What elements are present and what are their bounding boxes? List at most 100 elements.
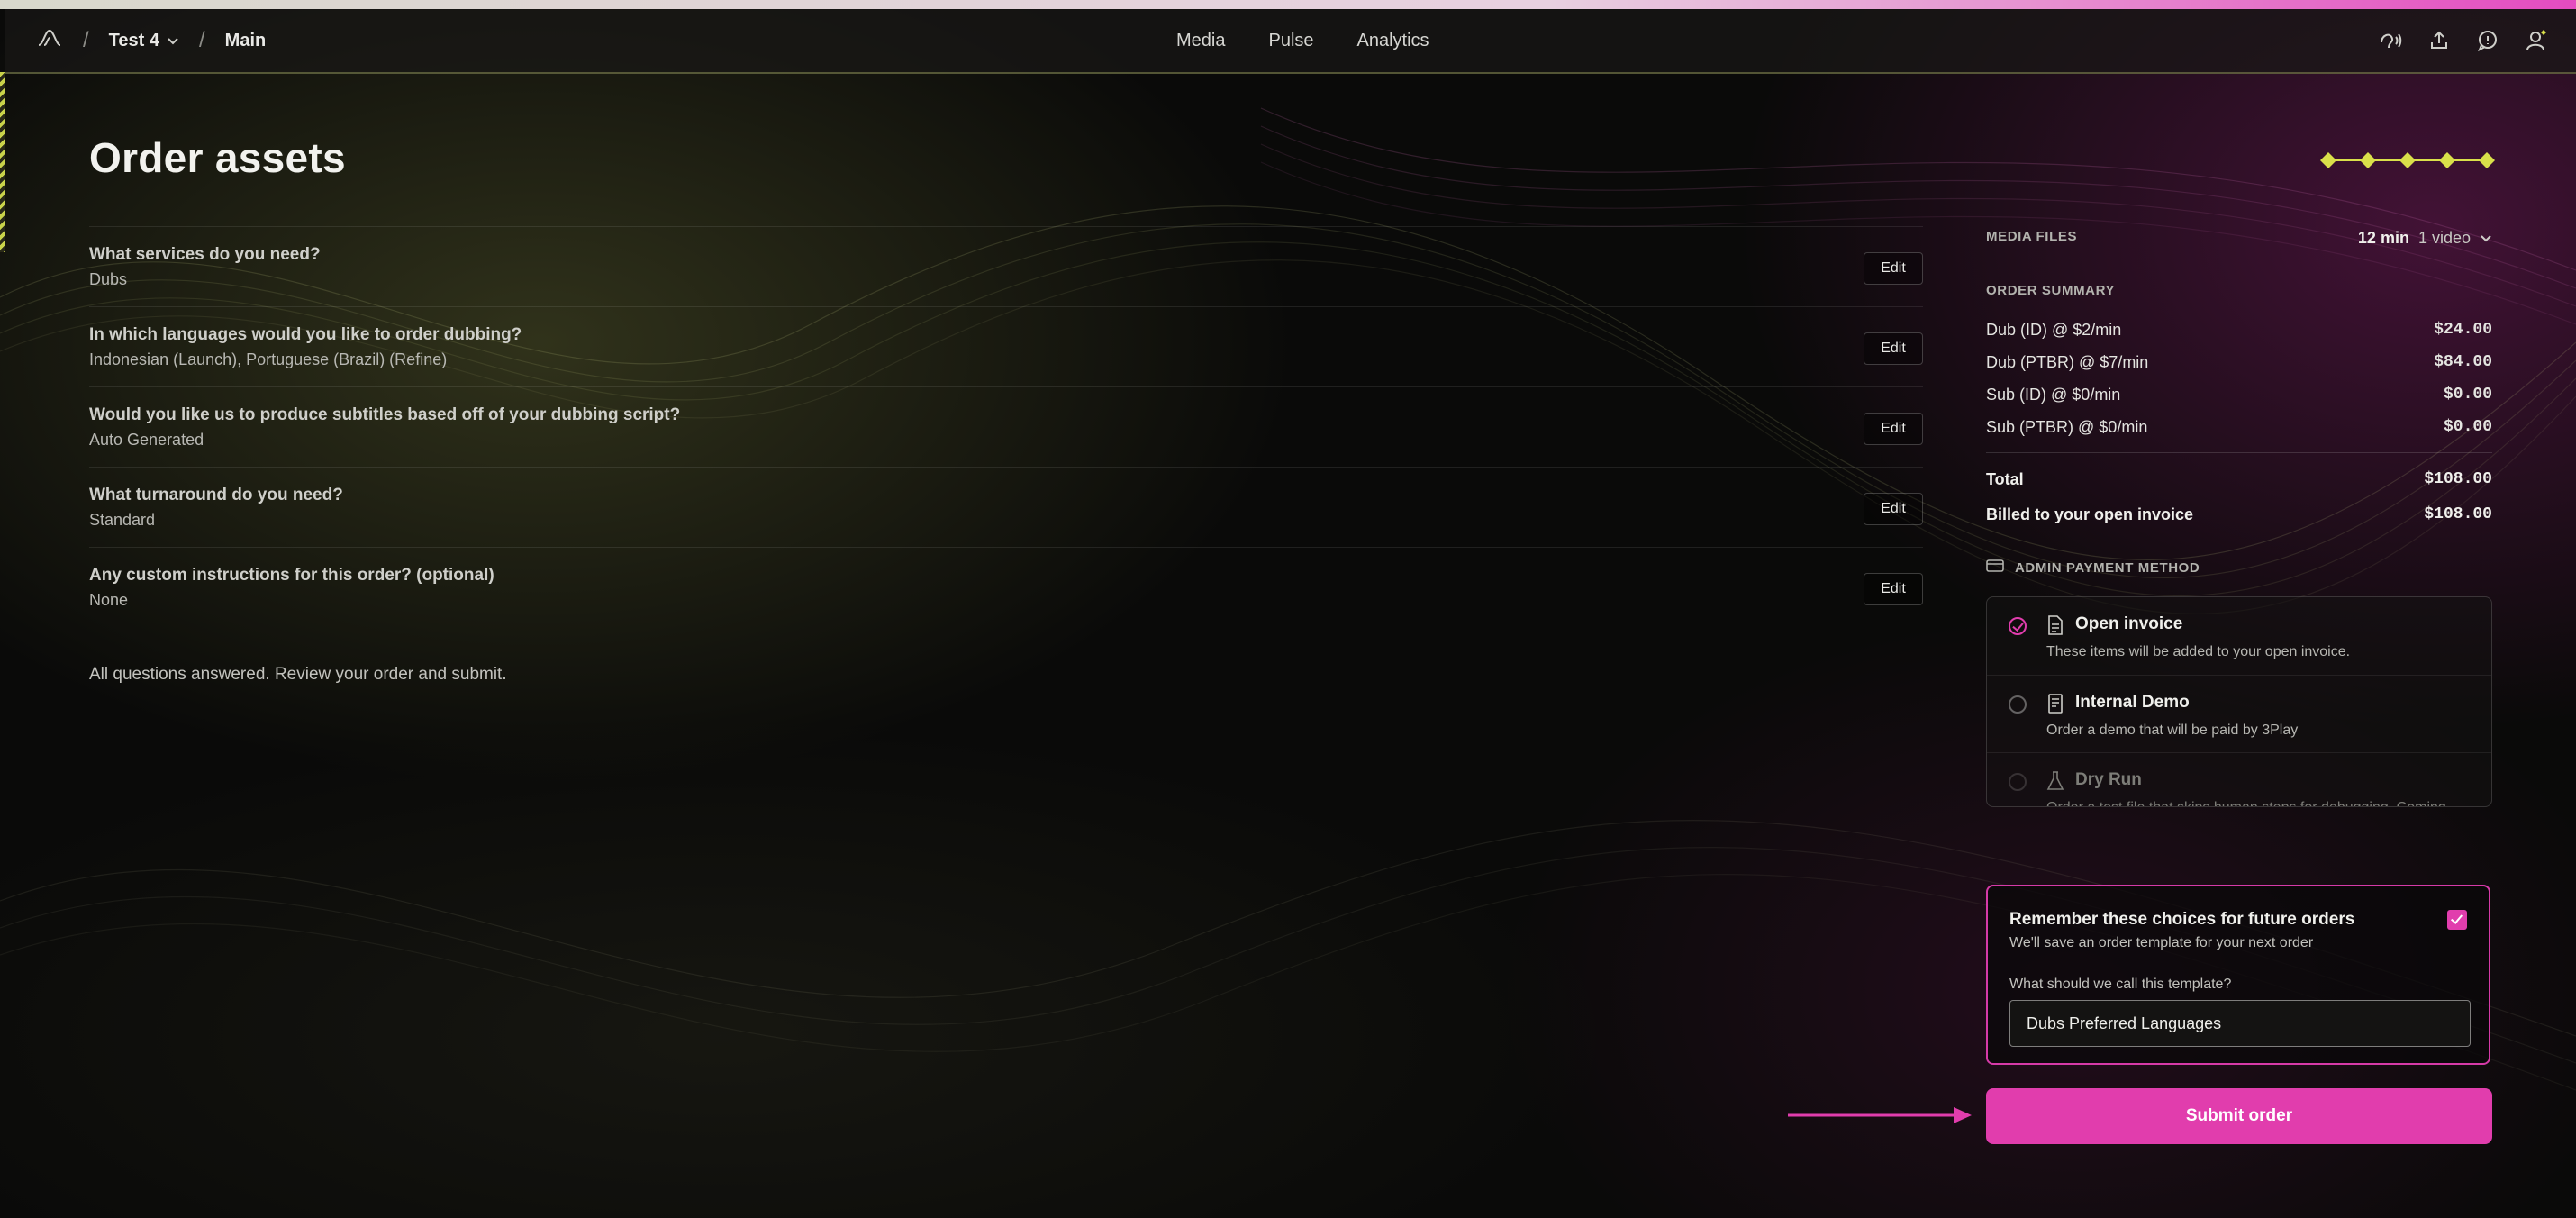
- total-label: Total: [1986, 470, 2024, 488]
- breadcrumb-page[interactable]: Main: [225, 31, 267, 51]
- answer-text: Auto Generated: [89, 431, 204, 449]
- support-icon[interactable]: [2378, 28, 2403, 53]
- summary-lines: Dub (ID) @ $2/min $24.00 Dub (PTBR) @ $7/…: [1986, 314, 2492, 443]
- media-count: 1 video: [2417, 229, 2471, 247]
- answer-text: Standard: [89, 511, 156, 529]
- document-icon: [2046, 615, 2064, 635]
- line-label: Sub (ID) @ $0/min: [1986, 385, 2121, 404]
- toolbar: [2378, 9, 2549, 72]
- template-name-input[interactable]: [2009, 1000, 2471, 1047]
- media-files-label: MEDIA FILES: [1986, 229, 2078, 244]
- status-message: All questions answered. Review your orde…: [89, 665, 507, 684]
- template-name-label: What should we call this template?: [2009, 977, 2232, 992]
- order-summary-label: ORDER SUMMARY: [1986, 283, 2116, 298]
- project-name: Test 4: [108, 30, 159, 50]
- option-description: Order a test file that skips human steps…: [2046, 798, 2470, 806]
- summary-divider: [1986, 452, 2492, 453]
- flask-icon: [2046, 771, 2064, 791]
- question-row: In which languages would you like to ord…: [89, 306, 1923, 386]
- media-duration: 12 min: [2357, 229, 2409, 247]
- summary-line: Dub (ID) @ $2/min $24.00: [1986, 314, 2492, 346]
- logo-icon[interactable]: [36, 27, 63, 54]
- option-title: Internal Demo: [2075, 693, 2190, 712]
- breadcrumb-separator: /: [199, 28, 205, 52]
- edit-button[interactable]: Edit: [1864, 573, 1923, 605]
- edit-button[interactable]: Edit: [1864, 493, 1923, 525]
- option-description: Order a demo that will be paid by 3Play: [2046, 723, 2299, 738]
- question-text: In which languages would you like to ord…: [89, 325, 522, 344]
- radio-unselected[interactable]: [2009, 695, 2027, 714]
- billed-row: Billed to your open invoice $108.00: [1986, 505, 2492, 524]
- payment-options: Open invoice These items will be added t…: [1986, 596, 2492, 807]
- upload-icon[interactable]: [2426, 28, 2452, 53]
- line-label: Sub (PTBR) @ $0/min: [1986, 417, 2148, 436]
- question-text: What turnaround do you need?: [89, 486, 343, 504]
- question-row: Would you like us to produce subtitles b…: [89, 386, 1923, 467]
- breadcrumb-separator: /: [83, 28, 89, 52]
- question-row: Any custom instructions for this order? …: [89, 547, 1923, 627]
- payment-method-label: ADMIN PAYMENT METHOD: [2015, 560, 2200, 576]
- receipt-icon: [2046, 694, 2064, 714]
- remember-checkbox[interactable]: [2447, 910, 2467, 930]
- question-row: What services do you need? Dubs Edit: [89, 226, 1923, 306]
- main-nav: Media Pulse Analytics: [1176, 9, 1429, 72]
- progress-step: [2360, 152, 2376, 168]
- nav-analytics[interactable]: Analytics: [1357, 31, 1429, 51]
- radio-disabled: [2009, 773, 2027, 791]
- payment-option-dry-run: Dry Run Order a test file that skips hum…: [1987, 752, 2491, 806]
- summary-line: Sub (ID) @ $0/min $0.00: [1986, 378, 2492, 411]
- radio-selected[interactable]: [2009, 617, 2027, 635]
- line-amount: $0.00: [2443, 418, 2492, 436]
- arrow-annotation: [1786, 1104, 1975, 1131]
- account-icon[interactable]: [2524, 28, 2549, 53]
- progress-step: [2320, 152, 2336, 168]
- option-title: Dry Run: [2075, 770, 2142, 789]
- question-row: What turnaround do you need? Standard Ed…: [89, 467, 1923, 547]
- media-files-header: MEDIA FILES 12 min 1 video: [1986, 229, 2492, 256]
- edit-button[interactable]: Edit: [1864, 413, 1923, 445]
- save-template-title: Remember these choices for future orders: [2009, 910, 2355, 929]
- answer-text: None: [89, 591, 129, 609]
- answer-text: Indonesian (Launch), Portuguese (Brazil)…: [89, 350, 448, 368]
- top-accent-line: [0, 0, 2576, 9]
- question-text: Would you like us to produce subtitles b…: [89, 405, 681, 424]
- credit-card-icon: [1986, 559, 2004, 577]
- breadcrumb: / Test 4 / Main: [36, 9, 266, 72]
- line-amount: $84.00: [2434, 353, 2492, 371]
- total-amount: $108.00: [2424, 470, 2492, 488]
- question-text: Any custom instructions for this order? …: [89, 566, 494, 585]
- total-row: Total $108.00: [1986, 470, 2492, 489]
- payment-option-internal-demo[interactable]: Internal Demo Order a demo that will be …: [1987, 675, 2491, 753]
- submit-order-button[interactable]: Submit order: [1986, 1088, 2492, 1144]
- save-template-subtitle: We'll save an order template for your ne…: [2009, 935, 2314, 950]
- edit-button[interactable]: Edit: [1864, 252, 1923, 285]
- chevron-down-icon: [2480, 229, 2492, 248]
- page-title: Order assets: [89, 134, 346, 181]
- line-amount: $24.00: [2434, 321, 2492, 339]
- progress-step: [2439, 152, 2455, 168]
- project-switcher[interactable]: Test 4: [109, 31, 179, 51]
- option-title: Open invoice: [2075, 614, 2183, 633]
- payment-method-header: ADMIN PAYMENT METHOD: [1986, 559, 2200, 577]
- payment-option-open-invoice[interactable]: Open invoice These items will be added t…: [1987, 597, 2491, 675]
- left-edge-decoration: [0, 72, 5, 252]
- question-list: What services do you need? Dubs Edit In …: [89, 226, 1923, 627]
- nav-pulse[interactable]: Pulse: [1268, 31, 1313, 51]
- nav-media[interactable]: Media: [1176, 31, 1225, 51]
- question-text: What services do you need?: [89, 245, 321, 264]
- option-description: These items will be added to your open i…: [2046, 644, 2351, 659]
- summary-line: Dub (PTBR) @ $7/min $84.00: [1986, 346, 2492, 378]
- chat-icon[interactable]: [2475, 28, 2500, 53]
- progress-indicator: [2319, 150, 2499, 176]
- answer-text: Dubs: [89, 270, 128, 288]
- line-label: Dub (ID) @ $2/min: [1986, 320, 2122, 339]
- line-amount: $0.00: [2443, 386, 2492, 404]
- line-label: Dub (PTBR) @ $7/min: [1986, 352, 2149, 371]
- media-files-toggle[interactable]: 12 min 1 video: [2358, 229, 2492, 248]
- summary-line: Sub (PTBR) @ $0/min $0.00: [1986, 411, 2492, 443]
- edit-button[interactable]: Edit: [1864, 332, 1923, 365]
- chevron-down-icon: [167, 31, 179, 51]
- progress-step: [2399, 152, 2416, 168]
- save-template-box: Remember these choices for future orders…: [1986, 885, 2490, 1065]
- progress-step: [2479, 152, 2495, 168]
